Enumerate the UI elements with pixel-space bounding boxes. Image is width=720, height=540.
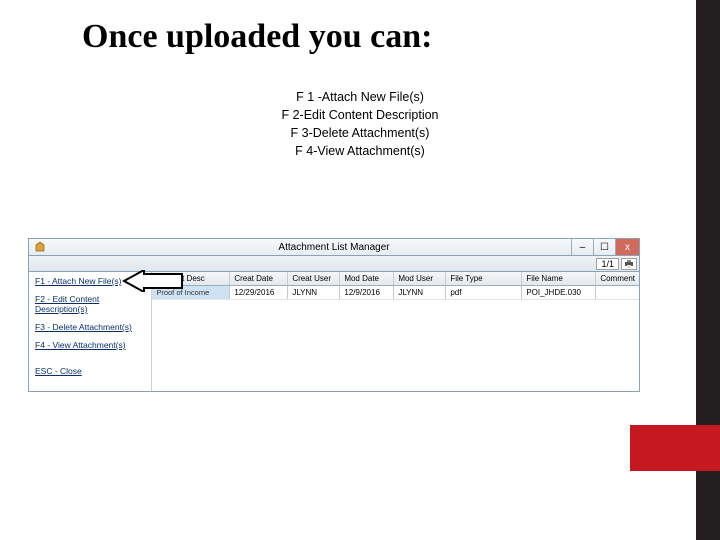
col-file-type[interactable]: File Type: [446, 272, 522, 285]
col-create-user[interactable]: Creat User: [288, 272, 340, 285]
maximize-button[interactable]: ☐: [593, 239, 615, 255]
sidebar-delete[interactable]: F3 - Delete Attachment(s): [35, 322, 145, 332]
col-mod-date[interactable]: Mod Date: [340, 272, 394, 285]
col-create-date[interactable]: Creat Date: [230, 272, 288, 285]
cell-mod-user: JLYNN: [394, 286, 446, 299]
attachment-window: Attachment List Manager – ☐ x 1/1 F1 - A…: [28, 238, 640, 392]
close-button[interactable]: x: [615, 239, 639, 255]
bullet-f1: F 1 -Attach New File(s): [0, 88, 720, 106]
cell-create-user: JLYNN: [288, 286, 340, 299]
slide-title: Once uploaded you can:: [82, 18, 432, 56]
cell-file-type: pdf: [446, 286, 522, 299]
cell-comment: [596, 286, 639, 299]
grid-header: Content Desc Creat Date Creat User Mod D…: [152, 272, 639, 286]
action-sidebar: F1 - Attach New File(s) F2 - Edit Conten…: [29, 272, 152, 391]
window-title: Attachment List Manager: [278, 242, 389, 253]
sidebar-close[interactable]: ESC - Close: [35, 366, 145, 376]
sidebar-edit-desc[interactable]: F2 - Edit Content Description(s): [35, 294, 145, 314]
attachment-grid: Content Desc Creat Date Creat User Mod D…: [152, 272, 639, 391]
bullet-f2: F 2-Edit Content Description: [0, 106, 720, 124]
toolbar: 1/1: [28, 256, 640, 272]
titlebar: Attachment List Manager – ☐ x: [28, 238, 640, 256]
sidebar-attach-new[interactable]: F1 - Attach New File(s): [35, 276, 145, 286]
accent-red-block: [630, 425, 720, 471]
col-comment[interactable]: Comment: [596, 272, 639, 285]
cell-content-desc: Proof of Income: [152, 286, 230, 299]
col-mod-user[interactable]: Mod User: [394, 272, 446, 285]
bullet-f4: F 4-View Attachment(s): [0, 142, 720, 160]
bullet-f3: F 3-Delete Attachment(s): [0, 124, 720, 142]
sidebar-view[interactable]: F4 - View Attachment(s): [35, 340, 145, 350]
minimize-button[interactable]: –: [571, 239, 593, 255]
cell-file-name: POI_JHDE.030: [522, 286, 596, 299]
col-file-name[interactable]: File Name: [522, 272, 596, 285]
record-counter: 1/1: [596, 258, 619, 270]
accent-bar: [696, 0, 720, 540]
print-icon[interactable]: [621, 258, 637, 270]
window-controls: – ☐ x: [571, 239, 639, 255]
app-icon: [33, 240, 47, 254]
cell-create-date: 12/29/2016: [230, 286, 288, 299]
cell-mod-date: 12/9/2016: [340, 286, 394, 299]
bullet-list: F 1 -Attach New File(s) F 2-Edit Content…: [0, 88, 720, 161]
window-body: F1 - Attach New File(s) F2 - Edit Conten…: [28, 272, 640, 392]
table-row[interactable]: Proof of Income 12/29/2016 JLYNN 12/9/20…: [152, 286, 639, 300]
col-content-desc[interactable]: Content Desc: [152, 272, 230, 285]
